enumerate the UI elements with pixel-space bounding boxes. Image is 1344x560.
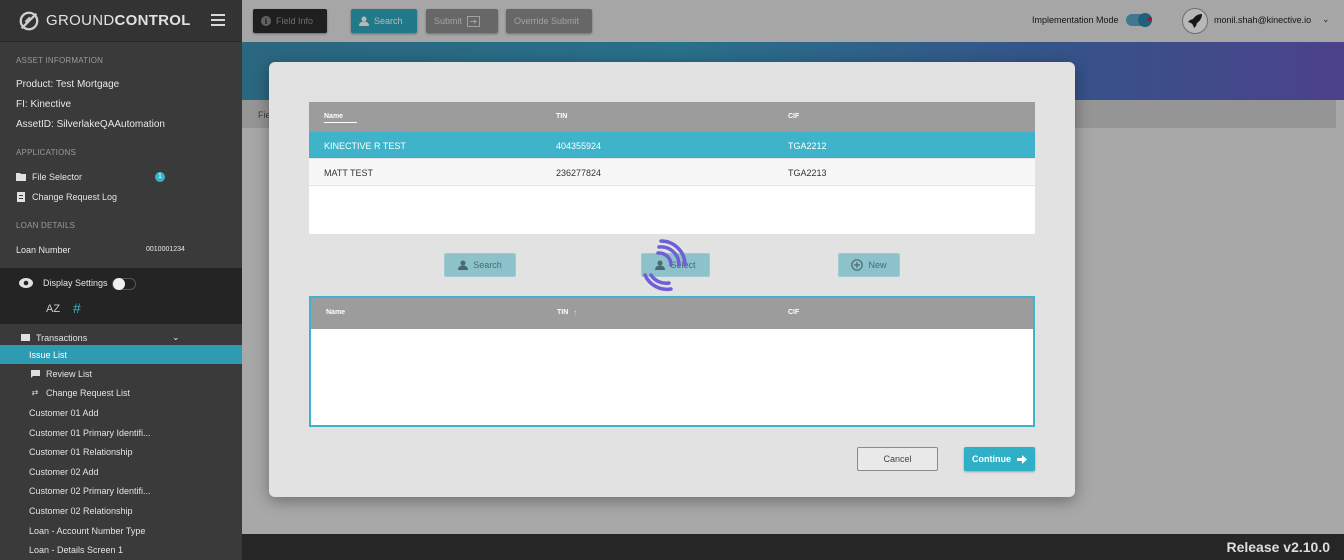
arrow-right-icon — [1017, 454, 1027, 464]
loan-number-value: 0010001234 — [146, 246, 185, 253]
user-icon — [458, 260, 469, 270]
change-request-list-label: Change Request List — [46, 387, 131, 398]
new-button[interactable]: New — [838, 253, 900, 277]
col-header-cif[interactable]: CIF — [788, 309, 799, 316]
new-label: New — [868, 260, 887, 270]
brand-name: GROUNDCONTROL — [46, 12, 191, 29]
col-header-cif[interactable]: CIF — [788, 113, 799, 120]
sort-indicator — [324, 122, 357, 123]
transactions-label: Transactions — [36, 332, 88, 343]
sidebar-item-change-request-list[interactable]: ⇄ Change Request List — [0, 383, 242, 402]
sidebar: GROUNDCONTROL ASSET INFORMATION Product:… — [0, 0, 242, 560]
selected-customers-table: Name TIN ↑ CIF — [309, 296, 1035, 427]
sidebar-item-loan-details-screen-1[interactable]: Loan - Details Screen 1 — [0, 540, 242, 559]
compare-icon: ⇄ — [31, 388, 39, 397]
modal-search-button[interactable]: Search — [444, 253, 516, 277]
table-icon — [20, 333, 30, 343]
item-label: Customer 02 Relationship — [29, 505, 133, 516]
hash-icon[interactable]: # — [73, 300, 81, 316]
col-header-name[interactable]: Name — [326, 309, 345, 316]
review-list-label: Review List — [46, 368, 93, 379]
modal-search-label: Search — [473, 260, 502, 270]
loading-spinner-icon — [643, 239, 687, 292]
folder-icon — [16, 172, 26, 182]
file-selector-label: File Selector — [32, 171, 83, 182]
display-settings-label: Display Settings — [43, 278, 108, 288]
item-label: Customer 01 Add — [29, 407, 99, 418]
plus-circle-icon — [851, 259, 864, 271]
sidebar-item-customer-02-primary-id[interactable]: Customer 02 Primary Identifi... — [0, 481, 242, 500]
fi-info: FI: Kinective — [16, 99, 72, 110]
search-results-table: Name TIN CIF KINECTIVE R TEST 404355924 … — [309, 102, 1035, 234]
eye-icon — [19, 278, 33, 288]
asset-info-heading: ASSET INFORMATION — [16, 56, 104, 65]
continue-button[interactable]: Continue — [964, 447, 1035, 471]
groundcontrol-logo-icon — [19, 11, 39, 30]
results-table-header: Name TIN CIF — [309, 102, 1035, 132]
brand-header: GROUNDCONTROL — [0, 0, 242, 42]
sidebar-item-change-request-log[interactable]: Change Request Log — [0, 187, 242, 206]
cell-cif: TGA2212 — [788, 141, 827, 151]
col-header-tin[interactable]: TIN — [557, 309, 568, 316]
sidebar-item-customer-02-add[interactable]: Customer 02 Add — [0, 462, 242, 481]
sidebar-item-review-list[interactable]: Review List — [0, 364, 242, 383]
cell-name: MATT TEST — [324, 168, 374, 178]
continue-label: Continue — [972, 454, 1011, 464]
sidebar-item-customer-02-relationship[interactable]: Customer 02 Relationship — [0, 501, 242, 520]
table-row[interactable]: KINECTIVE R TEST 404355924 TGA2212 — [309, 132, 1035, 159]
item-label: Customer 02 Add — [29, 466, 99, 477]
release-version: Release v2.10.0 — [1226, 539, 1330, 555]
sidebar-item-issue-list[interactable]: Issue List — [0, 345, 242, 364]
document-icon — [16, 191, 26, 202]
table-row[interactable]: MATT TEST 236277824 TGA2213 — [309, 159, 1035, 186]
menu-toggle-icon[interactable] — [211, 14, 225, 26]
asset-id-info: AssetID: SilverlakeQAAutomation — [16, 119, 165, 130]
cell-tin: 236277824 — [556, 168, 602, 178]
item-label: Loan - Details Screen 1 — [29, 544, 124, 555]
cell-name: KINECTIVE R TEST — [324, 141, 406, 151]
applications-heading: APPLICATIONS — [16, 148, 77, 157]
sidebar-item-customer-01-primary-id[interactable]: Customer 01 Primary Identifi... — [0, 423, 242, 442]
item-label: Loan - Account Number Type — [29, 525, 146, 536]
col-header-name[interactable]: Name — [324, 113, 343, 120]
file-selector-badge: 1 — [155, 172, 165, 182]
sidebar-item-customer-01-relationship[interactable]: Customer 01 Relationship — [0, 442, 242, 461]
customer-search-modal: Name TIN CIF KINECTIVE R TEST 404355924 … — [269, 62, 1075, 497]
chevron-down-icon: ⌄ — [172, 332, 180, 342]
sort-az-icon[interactable]: AZ — [46, 303, 60, 315]
cancel-button[interactable]: Cancel — [857, 447, 938, 471]
change-request-log-label: Change Request Log — [32, 191, 118, 202]
sidebar-item-loan-account-number-type[interactable]: Loan - Account Number Type — [0, 521, 242, 540]
review-icon — [30, 369, 40, 379]
product-info: Product: Test Mortgage — [16, 79, 120, 90]
item-label: Customer 01 Relationship — [29, 446, 133, 457]
item-label: Customer 02 Primary Identifi... — [29, 485, 151, 496]
col-header-tin[interactable]: TIN — [556, 113, 567, 120]
item-label: Customer 01 Primary Identifi... — [29, 427, 151, 438]
sort-arrow-up-icon: ↑ — [573, 308, 577, 317]
cell-tin: 404355924 — [556, 141, 602, 151]
display-settings-panel: Display Settings AZ # — [0, 268, 242, 324]
sidebar-item-customer-01-add[interactable]: Customer 01 Add — [0, 403, 242, 422]
footer: Release v2.10.0 — [242, 534, 1344, 560]
loan-details-heading: LOAN DETAILS — [16, 221, 76, 230]
issue-list-label: Issue List — [29, 349, 68, 360]
display-settings-toggle[interactable] — [112, 278, 136, 290]
selected-table-header: Name TIN ↑ CIF — [311, 298, 1033, 329]
cell-cif: TGA2213 — [788, 168, 827, 178]
sidebar-item-file-selector[interactable]: File Selector — [0, 167, 242, 186]
loan-number-label: Loan Number — [16, 245, 71, 255]
